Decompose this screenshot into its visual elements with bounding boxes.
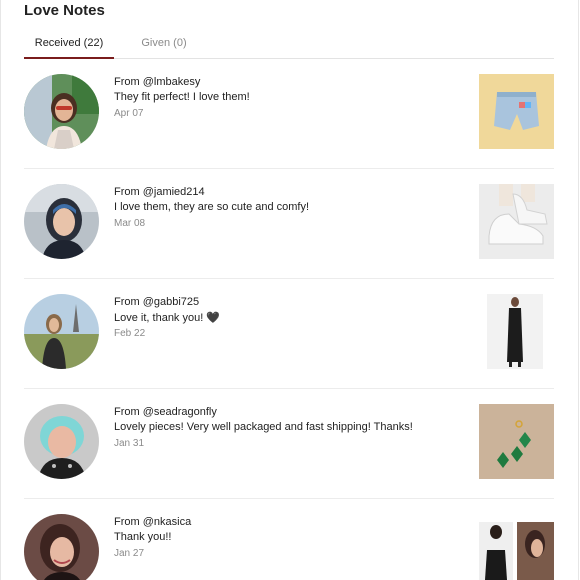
list-item: From @lmbakesy They fit perfect! I love …: [24, 59, 554, 169]
item-thumbnail[interactable]: [479, 404, 554, 479]
list-item: From @gabbi725 Love it, thank you! 🖤 Feb…: [24, 279, 554, 389]
avatar-image: [24, 294, 99, 369]
note-date: Mar 08: [114, 218, 146, 229]
avatar-image: [24, 404, 99, 479]
note-sender[interactable]: From @jamied214: [114, 186, 205, 198]
page-border-right: [578, 0, 579, 580]
avatar[interactable]: [24, 404, 99, 479]
note-message: I love them, they are so cute and comfy!: [114, 201, 310, 213]
avatar-image: [24, 184, 99, 259]
item-thumbnail[interactable]: [479, 514, 554, 580]
item-image: [479, 184, 554, 259]
note-message: Love it, thank you! 🖤: [114, 312, 221, 324]
page-title: Love Notes: [24, 2, 105, 19]
avatar-image: [24, 514, 99, 580]
note-date: Jan 27: [114, 548, 145, 559]
note-sender[interactable]: From @nkasica: [114, 516, 191, 528]
item-image: [479, 74, 554, 149]
note-message: Thank you!!: [114, 531, 172, 543]
item-image: [479, 404, 554, 479]
avatar[interactable]: [24, 74, 99, 149]
tab-received[interactable]: Received (22): [24, 28, 114, 59]
list-item: From @nkasica Thank you!! Jan 27: [24, 499, 554, 580]
page-border-left: [0, 0, 1, 580]
item-thumbnail[interactable]: [479, 294, 554, 369]
tab-bar: Received (22) Given (0): [24, 28, 554, 59]
note-sender[interactable]: From @lmbakesy: [114, 76, 200, 88]
item-image: [479, 294, 554, 369]
item-thumbnail[interactable]: [479, 184, 554, 259]
note-date: Feb 22: [114, 328, 146, 339]
note-message: They fit perfect! I love them!: [114, 91, 250, 103]
tab-given[interactable]: Given (0): [128, 28, 200, 59]
avatar-image: [24, 74, 99, 149]
note-sender[interactable]: From @gabbi725: [114, 296, 199, 308]
list-item: From @seadragonfly Lovely pieces! Very w…: [24, 389, 554, 499]
item-image: [479, 514, 554, 580]
list-item: From @jamied214 I love them, they are so…: [24, 169, 554, 279]
note-date: Apr 07: [114, 108, 144, 119]
avatar[interactable]: [24, 294, 99, 369]
note-date: Jan 31: [114, 438, 145, 449]
note-sender[interactable]: From @seadragonfly: [114, 406, 217, 418]
avatar[interactable]: [24, 514, 99, 580]
item-thumbnail[interactable]: [479, 74, 554, 149]
avatar[interactable]: [24, 184, 99, 259]
note-message: Lovely pieces! Very well packaged and fa…: [114, 421, 413, 433]
